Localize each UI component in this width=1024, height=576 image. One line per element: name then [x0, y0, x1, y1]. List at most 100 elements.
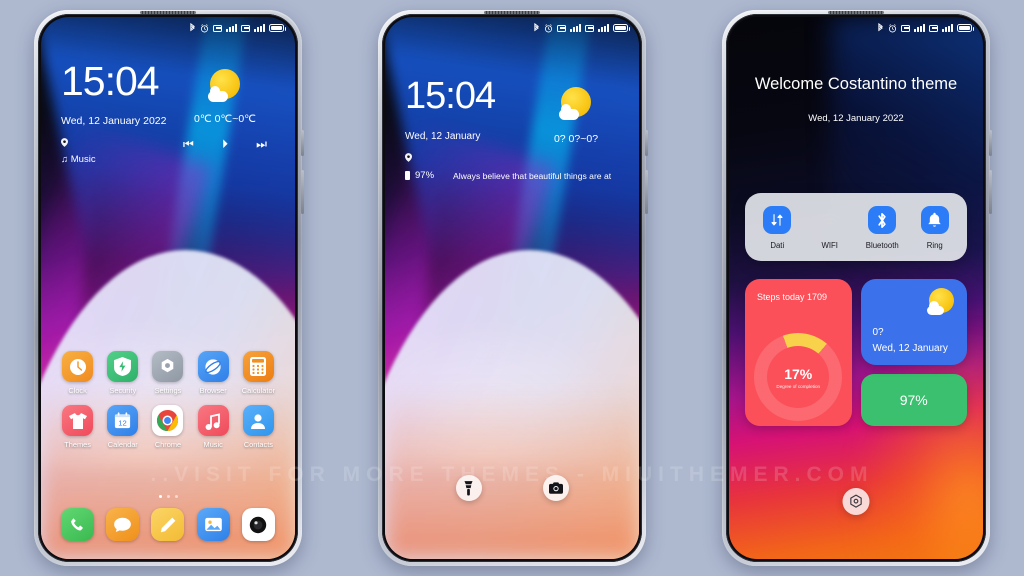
pencil-icon[interactable] [151, 508, 185, 541]
phone-3-control-center: Welcome Costantino theme Wed, 12 January… [722, 10, 992, 566]
quick-toggles-panel: Dati WIFI Bluetooth Ring [745, 193, 967, 261]
bluetooth-icon [533, 23, 540, 33]
dock [55, 508, 281, 541]
music-note-icon [197, 405, 229, 436]
flashlight-icon[interactable] [455, 475, 482, 501]
toggle-dati[interactable]: Dati [751, 206, 804, 250]
photo-icon[interactable] [196, 508, 230, 541]
volume-button[interactable] [645, 170, 648, 214]
signal2-icon [254, 24, 265, 32]
sun-behind-cloud-icon [927, 288, 955, 316]
app-clock[interactable]: Clock [55, 351, 100, 395]
steps-title: Steps today 1709 [757, 292, 828, 302]
contact-icon [242, 405, 274, 436]
alarm-icon [200, 23, 209, 33]
battery-icon [269, 24, 286, 32]
app-security[interactable]: Security [100, 351, 145, 395]
volume-button[interactable] [301, 170, 304, 214]
app-contacts[interactable]: Contacts [236, 405, 281, 449]
toggle-ring[interactable]: Ring [909, 206, 962, 250]
calendar-icon: 12 [107, 405, 139, 436]
bluetooth-icon [877, 23, 884, 33]
app-label: Music [203, 440, 223, 449]
welcome-header: Welcome Costantino theme Wed, 12 January… [729, 75, 983, 124]
signal2-icon [598, 24, 609, 32]
data-arrows-icon [763, 206, 792, 234]
power-button[interactable] [301, 130, 304, 156]
app-settings[interactable]: Settings [145, 351, 190, 395]
previous-track-icon[interactable]: ⏮ [183, 137, 194, 152]
earpiece-speaker [828, 11, 884, 14]
svg-text:12: 12 [119, 419, 127, 428]
gear-icon[interactable] [842, 488, 870, 515]
phone-bezel: 15:04 Wed, 12 January 97% Always believe… [382, 11, 642, 562]
battery-row: 97% Always believe that beautiful things… [405, 170, 623, 181]
battery-small-icon [405, 171, 410, 181]
page-indicator[interactable] [41, 495, 295, 498]
steps-percent: 17% [784, 365, 813, 382]
steps-widget[interactable]: Steps today 1709 17% Degree of completio… [745, 279, 852, 426]
app-label: Chrome [154, 440, 182, 449]
app-label: Browser [199, 386, 227, 395]
app-calendar[interactable]: 12 Calendar [100, 405, 145, 449]
phone-icon[interactable] [61, 508, 95, 541]
app-label: Settings [154, 386, 182, 395]
weather-temperature: 0? 0?~0? [553, 133, 599, 145]
app-themes[interactable]: Themes [55, 405, 100, 449]
battery-icon [613, 24, 630, 32]
app-calculator[interactable]: Calculator [236, 351, 281, 395]
compass-icon [197, 351, 229, 382]
sim2-icon [585, 24, 594, 32]
app-label: Calculator [241, 386, 276, 395]
next-track-icon[interactable]: ⏭ [256, 137, 267, 152]
music-row[interactable]: ♫ Music [61, 154, 279, 165]
camera-icon[interactable] [542, 475, 569, 501]
battery-percent: 97% [899, 392, 928, 408]
media-controls[interactable]: ⏮ ⏵ ⏭ [177, 137, 273, 152]
clock-icon [62, 351, 94, 382]
weather-widget[interactable]: 0? Wed, 12 January [860, 279, 967, 365]
phone-bezel: 15:04 Wed, 12 January 2022 ♫ Music 0℃ 0℃… [38, 11, 298, 562]
toggle-bluetooth[interactable]: Bluetooth [856, 206, 909, 250]
widgets-area: Steps today 1709 17% Degree of completio… [745, 279, 967, 426]
music-note-icon: ♫ [61, 154, 69, 166]
app-label: Themes [64, 440, 91, 449]
play-icon[interactable]: ⏵ [222, 137, 228, 152]
earpiece-speaker [140, 11, 196, 14]
phone-2-lock-screen: 15:04 Wed, 12 January 97% Always believe… [378, 10, 648, 566]
power-button[interactable] [645, 130, 648, 156]
signal1-icon [570, 24, 581, 32]
app-music[interactable]: Music [191, 405, 236, 449]
toggle-wifi[interactable]: WIFI [804, 206, 857, 250]
app-browser[interactable]: Browser [191, 351, 236, 395]
right-widget-column: 0? Wed, 12 January 97% [860, 279, 967, 426]
battery-percent: 97% [415, 170, 435, 182]
status-bar [729, 17, 983, 39]
sim2-icon [929, 24, 938, 32]
music-label: Music [70, 154, 96, 166]
shield-icon [107, 351, 139, 382]
bluetooth-icon [868, 206, 897, 234]
weather-widget[interactable]: 0? 0?~0? [533, 87, 619, 145]
app-label: Calendar [107, 440, 138, 449]
power-button[interactable] [989, 130, 992, 156]
message-icon[interactable] [106, 508, 140, 541]
steps-progress-ring: 17% Degree of completion [754, 333, 843, 421]
sun-behind-cloud-icon [559, 87, 593, 121]
phone-bezel: Welcome Costantino theme Wed, 12 January… [726, 11, 986, 562]
weather-widget[interactable]: 0℃ 0℃~0℃ ⏮ ⏵ ⏭ [177, 69, 273, 152]
steps-subtitle: Degree of completion [776, 383, 821, 389]
app-chrome[interactable]: Chrome [145, 405, 190, 449]
sun-behind-cloud-icon [208, 69, 242, 103]
volume-button[interactable] [989, 170, 992, 214]
phone-2-screen: 15:04 Wed, 12 January 97% Always believe… [385, 17, 639, 559]
battery-widget[interactable]: 97% [860, 374, 967, 426]
phone-1-screen: 15:04 Wed, 12 January 2022 ♫ Music 0℃ 0℃… [41, 17, 295, 559]
bluetooth-icon [189, 23, 196, 33]
lock-quote: Always believe that beautiful things are… [453, 170, 612, 181]
earpiece-speaker [484, 11, 540, 14]
bell-icon [920, 206, 949, 234]
chrome-icon [152, 405, 184, 436]
camera-lens-icon[interactable] [241, 508, 275, 541]
phone-3-screen: Welcome Costantino theme Wed, 12 January… [729, 17, 983, 559]
